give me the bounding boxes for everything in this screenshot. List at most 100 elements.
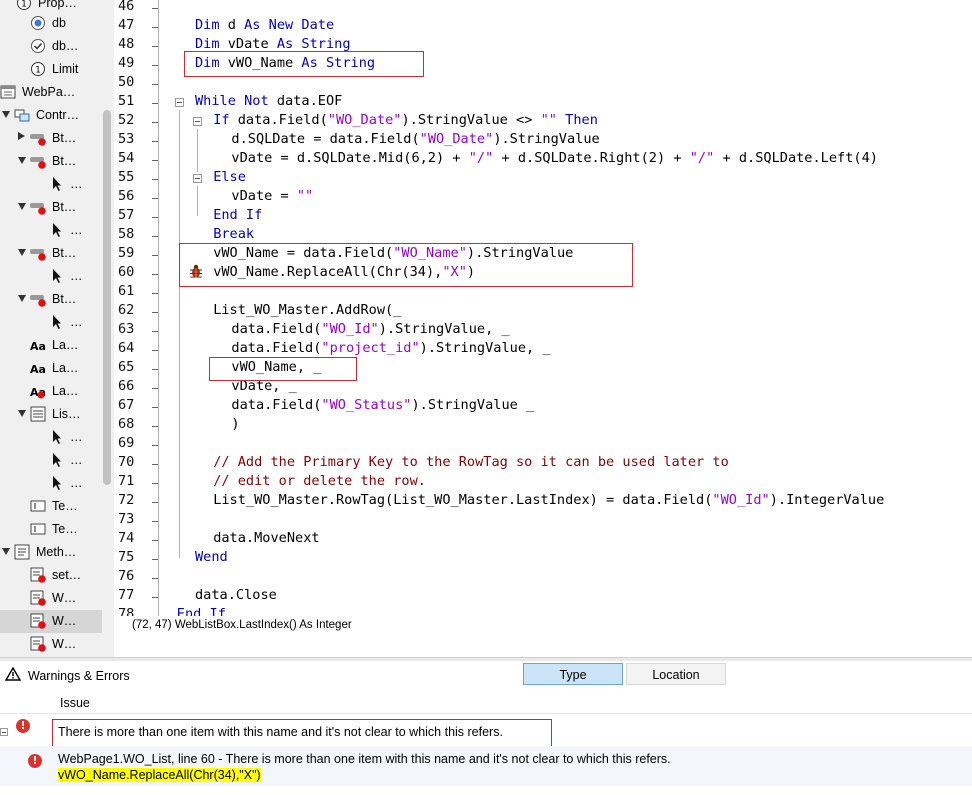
code-token: d.SQLDate = data.Field( — [231, 131, 420, 147]
code-line[interactable]: vDate = d.SQLDate.Mid(6,2) + "/" + d.SQL… — [231, 150, 878, 166]
fold-toggle[interactable] — [193, 174, 202, 183]
tree-item-label: Bt… — [52, 200, 77, 214]
code-line[interactable]: data.Field("project_id").StringValue, _ — [231, 340, 550, 356]
fold-guide — [179, 110, 180, 558]
tab-location[interactable]: Location — [626, 663, 726, 685]
highlight-box-dim — [184, 51, 424, 77]
code-line[interactable]: While Not data.EOF — [195, 93, 342, 109]
code-line[interactable]: data.MoveNext — [213, 530, 319, 546]
expanded-arrow-icon[interactable] — [18, 157, 26, 164]
code-token: "WO_Status" — [321, 397, 412, 413]
tree-item[interactable]: Aa La… — [0, 357, 102, 380]
tree-item[interactable]: set… — [0, 564, 102, 587]
tree-item[interactable]: Bt… — [0, 196, 102, 219]
tree-item[interactable]: 1 Limit — [0, 58, 102, 81]
code-line[interactable]: // Add the Primary Key to the RowTag so … — [213, 454, 729, 470]
code-line[interactable]: data.Close — [195, 587, 277, 603]
collapse-group-toggle[interactable] — [0, 728, 8, 736]
tree-item[interactable]: Aa La… — [0, 334, 102, 357]
tree-item[interactable]: … — [0, 173, 102, 196]
issue-code-snippet: vWO_Name.ReplaceAll(Chr(34),"X") — [58, 768, 261, 782]
line-number: 69 — [118, 435, 135, 451]
tree-item[interactable]: Contr… — [0, 104, 102, 127]
code-line[interactable]: List_WO_Master.AddRow(_ — [213, 302, 401, 318]
tree-item[interactable]: … — [0, 219, 102, 242]
code-line[interactable]: d.SQLDate = data.Field("WO_Date").String… — [231, 131, 599, 147]
button-icon — [30, 153, 46, 169]
code-token: "" — [540, 112, 557, 128]
code-line[interactable]: Wend — [195, 549, 228, 565]
fold-toggle[interactable] — [193, 117, 202, 126]
code-token: d — [227, 17, 245, 33]
error-icon: ! — [16, 719, 30, 733]
issue-row[interactable]: ! WebPage1.WO_List, line 60 - There is m… — [0, 746, 972, 786]
expanded-arrow-icon[interactable] — [18, 203, 26, 210]
sidebar-scrollbar-thumb[interactable] — [103, 110, 111, 485]
tree-item-label: W… — [52, 591, 77, 605]
method-icon — [30, 636, 46, 652]
tree-item[interactable]: … — [0, 426, 102, 449]
tree-item[interactable]: WebPa… — [0, 81, 102, 104]
tree-item[interactable]: … — [0, 472, 102, 495]
editor-status-bar: (72, 47) WebListBox.LastIndex() As Integ… — [114, 616, 972, 636]
expanded-arrow-icon[interactable] — [2, 111, 10, 118]
code-token: vDate = — [231, 188, 297, 204]
tree-item[interactable]: Te… — [0, 518, 102, 541]
sidebar-scrollbar[interactable] — [102, 0, 112, 660]
code-line[interactable]: ) — [231, 416, 239, 432]
line-number: 66 — [118, 378, 135, 394]
code-line[interactable]: If data.Field("WO_Date").StringValue <> … — [213, 112, 598, 128]
tree-item[interactable]: … — [0, 311, 102, 334]
tree-item[interactable]: W… — [0, 587, 102, 610]
tree-item[interactable]: … — [0, 265, 102, 288]
issue-column-header[interactable]: Issue — [60, 696, 90, 710]
code-line[interactable]: End If — [177, 606, 226, 616]
code-line[interactable]: Break — [213, 226, 254, 242]
expanded-arrow-icon[interactable] — [18, 249, 26, 256]
svg-text:Aa: Aa — [30, 340, 46, 353]
tree-item[interactable]: Lis… — [0, 403, 102, 426]
gutter-tick — [152, 274, 158, 275]
code-line[interactable]: // edit or delete the row. — [213, 473, 426, 489]
code-line[interactable]: List_WO_Master.RowTag(List_WO_Master.Las… — [213, 492, 884, 508]
code-token: data.Field( — [237, 112, 328, 128]
tree-item[interactable]: Bt… — [0, 150, 102, 173]
code-token: data.Close — [195, 587, 277, 603]
code-line[interactable]: Dim vDate As String — [195, 36, 351, 52]
tree-item[interactable]: db… — [0, 35, 102, 58]
tree-item[interactable]: … — [0, 449, 102, 472]
tree-item[interactable]: W… — [0, 610, 102, 633]
code-line[interactable]: data.Field("WO_Id").StringValue, _ — [231, 321, 509, 337]
tree-item[interactable]: db — [0, 12, 102, 35]
tree-item[interactable]: Te… — [0, 495, 102, 518]
code-line[interactable]: Else — [213, 169, 246, 185]
expanded-arrow-icon[interactable] — [18, 295, 26, 302]
collapsed-arrow-icon[interactable] — [18, 132, 25, 140]
code-line[interactable]: data.Field("WO_Status").StringValue _ — [231, 397, 534, 413]
tree-item[interactable]: Meth… — [0, 541, 102, 564]
tree-item[interactable]: W… — [0, 633, 102, 656]
fold-toggle[interactable] — [175, 98, 184, 107]
code-editor[interactable]: 46 47 Dim d As New Date 48 Dim vDate As Stri… — [114, 0, 972, 616]
tree-item[interactable]: Bt… — [0, 288, 102, 311]
tree-item[interactable]: Bt… — [0, 127, 102, 150]
expanded-arrow-icon[interactable] — [2, 548, 10, 555]
button-icon — [30, 245, 46, 261]
line-number: 51 — [118, 93, 135, 109]
tree-item[interactable]: Aa La… — [0, 380, 102, 403]
code-token: data.Field( — [231, 397, 322, 413]
gutter-tick — [152, 445, 158, 446]
tab-type[interactable]: Type — [523, 663, 623, 685]
gutter-tick — [152, 84, 158, 85]
line-number: 47 — [118, 17, 135, 33]
tree-item[interactable]: Bt… — [0, 242, 102, 265]
line-number: 76 — [118, 568, 135, 584]
code-line[interactable]: vDate = "" — [231, 188, 313, 204]
code-token: vDate = d.SQLDate.Mid(6,2) + — [231, 150, 469, 166]
code-line[interactable]: Dim d As New Date — [195, 17, 334, 33]
expanded-arrow-icon[interactable] — [18, 410, 26, 417]
gutter-tick — [152, 198, 158, 199]
tree-item-label: Bt… — [52, 292, 77, 306]
code-line[interactable]: End If — [213, 207, 262, 223]
tree-item-label: WebPa… — [22, 85, 76, 99]
